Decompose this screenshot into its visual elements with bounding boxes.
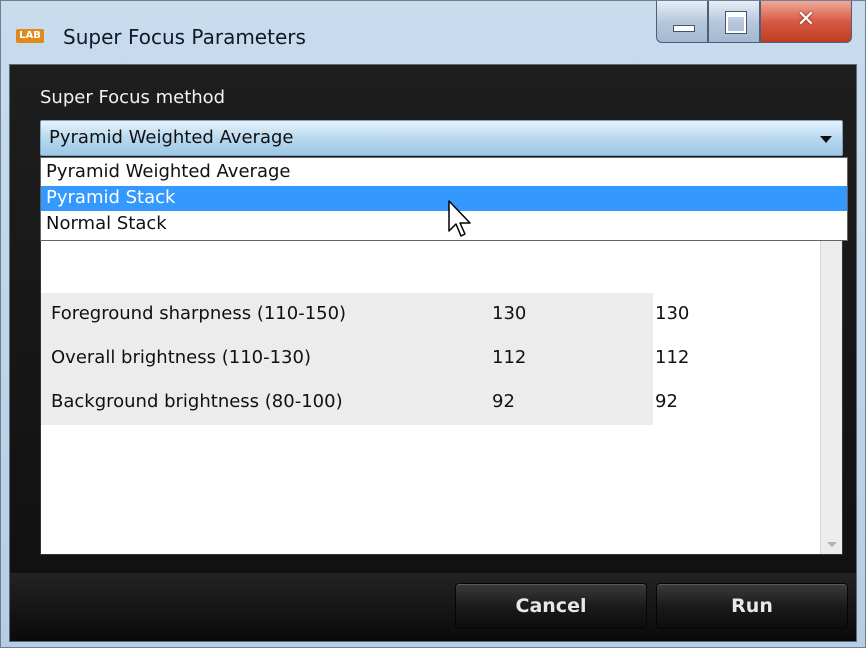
param-value[interactable]: 130 — [492, 303, 526, 324]
window-title: Super Focus Parameters — [63, 25, 306, 49]
param-value[interactable]: 92 — [492, 391, 515, 412]
chevron-down-icon — [820, 136, 832, 143]
dropdown-option-pyramid-stack[interactable]: Pyramid Stack — [41, 186, 847, 211]
cancel-button[interactable]: Cancel — [455, 583, 647, 629]
close-icon: ✕ — [796, 7, 816, 32]
title-bar[interactable]: LAB Super Focus Parameters ✕ — [1, 1, 865, 63]
mouse-cursor-icon — [448, 200, 471, 237]
table-row: Overall brightness (110-130) 112 112 — [41, 337, 821, 381]
app-icon: LAB — [16, 29, 44, 43]
method-select[interactable]: Pyramid Weighted Average — [40, 120, 843, 156]
run-button[interactable]: Run — [656, 583, 848, 629]
table-row: Background brightness (80-100) 92 92 — [41, 381, 821, 425]
table-row: Foreground sharpness (110-150) 130 130 — [41, 293, 821, 337]
minimize-button[interactable] — [656, 1, 708, 43]
param-value-2[interactable]: 130 — [655, 303, 689, 324]
close-button[interactable]: ✕ — [760, 1, 852, 43]
dialog-client: Super Focus method Pyramid Weighted Aver… — [9, 64, 857, 642]
param-value-2[interactable]: 92 — [655, 391, 678, 412]
maximize-button[interactable] — [708, 1, 760, 43]
dialog-footer: Cancel Run — [10, 573, 856, 641]
method-dropdown-list: Pyramid Weighted Average Pyramid Stack N… — [40, 157, 848, 241]
maximize-icon — [726, 12, 746, 33]
scroll-down-icon[interactable] — [827, 542, 837, 547]
param-value-2[interactable]: 112 — [655, 347, 689, 368]
minimize-icon — [673, 25, 695, 32]
dialog-window: LAB Super Focus Parameters ✕ Super Focus… — [0, 0, 866, 648]
dropdown-option-pyramid-weighted-average[interactable]: Pyramid Weighted Average — [41, 160, 847, 185]
param-name: Background brightness (80-100) — [51, 391, 343, 412]
dropdown-option-normal-stack[interactable]: Normal Stack — [41, 212, 847, 237]
method-select-value: Pyramid Weighted Average — [49, 127, 294, 148]
param-name: Overall brightness (110-130) — [51, 347, 311, 368]
param-name: Foreground sharpness (110-150) — [51, 303, 347, 324]
dialog-body: Super Focus method Pyramid Weighted Aver… — [10, 65, 856, 573]
param-value[interactable]: 112 — [492, 347, 526, 368]
method-label: Super Focus method — [40, 87, 226, 108]
